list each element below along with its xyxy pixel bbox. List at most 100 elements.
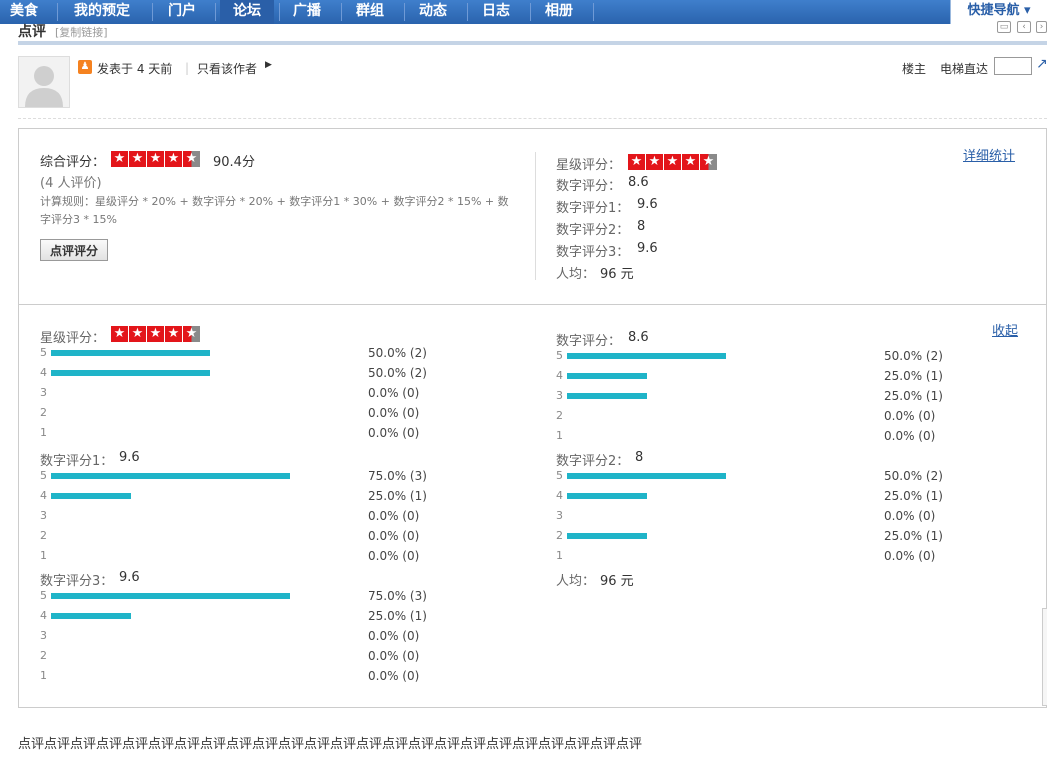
rating-distribution-panel xyxy=(18,304,1047,708)
nav-divider xyxy=(279,3,280,21)
nav-divider xyxy=(215,3,216,21)
distribution-percent: 0.0% (0) xyxy=(368,406,420,420)
distribution-percent: 0.0% (0) xyxy=(368,509,420,523)
distribution-row: 4 25.0% (1) xyxy=(556,489,956,503)
distribution-bar xyxy=(567,533,647,539)
nav-item-blog[interactable]: 日志 xyxy=(482,0,518,24)
star-icon: ★ xyxy=(664,154,681,170)
rating-level: 3 xyxy=(40,386,47,399)
nav-divider xyxy=(152,3,153,21)
detail-stats-link[interactable]: 详细统计 xyxy=(963,145,1015,164)
avatar[interactable] xyxy=(18,56,70,108)
nav-item-broadcast[interactable]: 广播 xyxy=(293,0,329,24)
group-title-label: 数字评分： xyxy=(556,334,622,349)
distribution-row: 4 50.0% (2) xyxy=(40,366,440,380)
section-divider xyxy=(18,41,1047,45)
distribution-percent: 25.0% (1) xyxy=(884,529,943,543)
distribution-row: 1 0.0% (0) xyxy=(40,549,440,563)
distribution-row: 1 0.0% (0) xyxy=(40,669,440,683)
rating-level: 4 xyxy=(556,489,563,502)
distribution-percent: 25.0% (1) xyxy=(884,369,943,383)
post-body-text: 点评点评点评点评点评点评点评点评点评点评点评点评点评点评点评点评点评点评点评点评… xyxy=(18,737,643,752)
panel-divider xyxy=(535,152,536,280)
collapse-link[interactable]: 收起 xyxy=(992,320,1018,339)
score2-value: 8 xyxy=(637,219,646,234)
nav-item-forum[interactable]: 论坛 xyxy=(220,0,274,24)
rate-button[interactable]: 点评评分 xyxy=(40,239,108,261)
rating-level: 3 xyxy=(556,509,563,522)
distribution-row: 3 25.0% (1) xyxy=(556,389,956,403)
distribution-percent: 50.0% (2) xyxy=(884,469,943,483)
score3-value: 9.6 xyxy=(637,241,658,256)
distribution-percent: 0.0% (0) xyxy=(368,549,420,563)
section-title: 点评 xyxy=(18,24,46,40)
star-icon: ★ xyxy=(165,151,182,167)
distribution-percent: 50.0% (2) xyxy=(368,346,427,360)
rating-level: 5 xyxy=(556,469,563,482)
nav-item-portal[interactable]: 门户 xyxy=(168,0,204,24)
group-title-value: 8 xyxy=(635,450,644,465)
distribution-row: 5 75.0% (3) xyxy=(40,589,440,603)
distribution-bar xyxy=(567,473,726,479)
overall-score-label: 综合评分： xyxy=(40,155,106,170)
avatar-placeholder-icon xyxy=(25,66,63,107)
rating-level: 3 xyxy=(40,629,47,642)
group-title-value: 9.6 xyxy=(119,450,140,465)
elevator-go-icon[interactable]: ↗ xyxy=(1036,56,1047,72)
distribution-row: 3 0.0% (0) xyxy=(40,509,440,523)
nav-divider xyxy=(57,3,58,21)
nav-item-groups[interactable]: 群组 xyxy=(356,0,392,24)
print-icon[interactable]: ▭ xyxy=(997,21,1011,33)
distribution-percent: 0.0% (0) xyxy=(368,529,420,543)
next-thread-icon[interactable]: › xyxy=(1036,21,1047,33)
rating-level: 4 xyxy=(556,369,563,382)
nav-item-my-booking[interactable]: 我的预定 xyxy=(74,0,144,24)
distribution-row: 2 25.0% (1) xyxy=(556,529,956,543)
distribution-percent: 25.0% (1) xyxy=(368,489,427,503)
rating-level: 2 xyxy=(556,529,563,542)
distribution-percent: 25.0% (1) xyxy=(884,389,943,403)
per-capita-label: 人均： xyxy=(556,267,596,282)
divider: | xyxy=(185,61,190,75)
elevator-input[interactable] xyxy=(994,57,1032,75)
distribution-bar xyxy=(567,373,647,379)
per-capita-label: 人均： xyxy=(556,574,596,589)
rating-level: 1 xyxy=(40,549,47,562)
rating-level: 2 xyxy=(40,529,47,542)
side-scroll-handle[interactable] xyxy=(1042,608,1047,706)
distribution-bar xyxy=(51,493,131,499)
floor-label: 楼主 xyxy=(902,62,927,76)
distribution-row: 1 0.0% (0) xyxy=(556,429,956,443)
distribution-bar xyxy=(51,370,210,376)
score1-value: 9.6 xyxy=(637,197,658,212)
distribution-percent: 0.0% (0) xyxy=(884,509,936,523)
star-rating: ★ ★ ★ ★ ★ xyxy=(628,154,717,170)
distribution-bar xyxy=(51,350,210,356)
copy-link[interactable]: [复制链接] xyxy=(55,24,108,40)
rating-level: 2 xyxy=(556,409,563,422)
per-capita-value: 96 元 xyxy=(600,267,634,282)
nav-item-activity[interactable]: 动态 xyxy=(419,0,455,24)
rating-level: 5 xyxy=(40,469,47,482)
star-icon: ★ xyxy=(628,154,645,170)
distribution-row: 5 50.0% (2) xyxy=(556,469,956,483)
nav-item-album[interactable]: 相册 xyxy=(545,0,581,24)
nav-divider xyxy=(341,3,342,21)
rating-level: 1 xyxy=(40,426,47,439)
group-title-label: 星级评分： xyxy=(40,331,106,346)
rating-level: 1 xyxy=(556,429,563,442)
distribution-percent: 75.0% (3) xyxy=(368,469,427,483)
group-star-rating: ★ ★ ★ ★ ★ xyxy=(111,326,200,342)
rating-level: 4 xyxy=(40,609,47,622)
scoring-rule: 计算规则：星级评分 * 20% + 数字评分 * 20% + 数字评分1 * 3… xyxy=(40,195,509,226)
distribution-percent: 0.0% (0) xyxy=(368,649,420,663)
score3-label: 数字评分3： xyxy=(556,245,630,260)
distribution-percent: 0.0% (0) xyxy=(884,549,936,563)
prev-thread-icon[interactable]: ‹ xyxy=(1017,21,1031,33)
distribution-percent: 0.0% (0) xyxy=(368,426,420,440)
distribution-bar xyxy=(51,613,131,619)
rating-level: 5 xyxy=(40,589,47,602)
author-only-link[interactable]: 只看该作者 xyxy=(197,60,257,77)
star-icon: ★ xyxy=(646,154,663,170)
star-icon: ★ xyxy=(129,151,146,167)
